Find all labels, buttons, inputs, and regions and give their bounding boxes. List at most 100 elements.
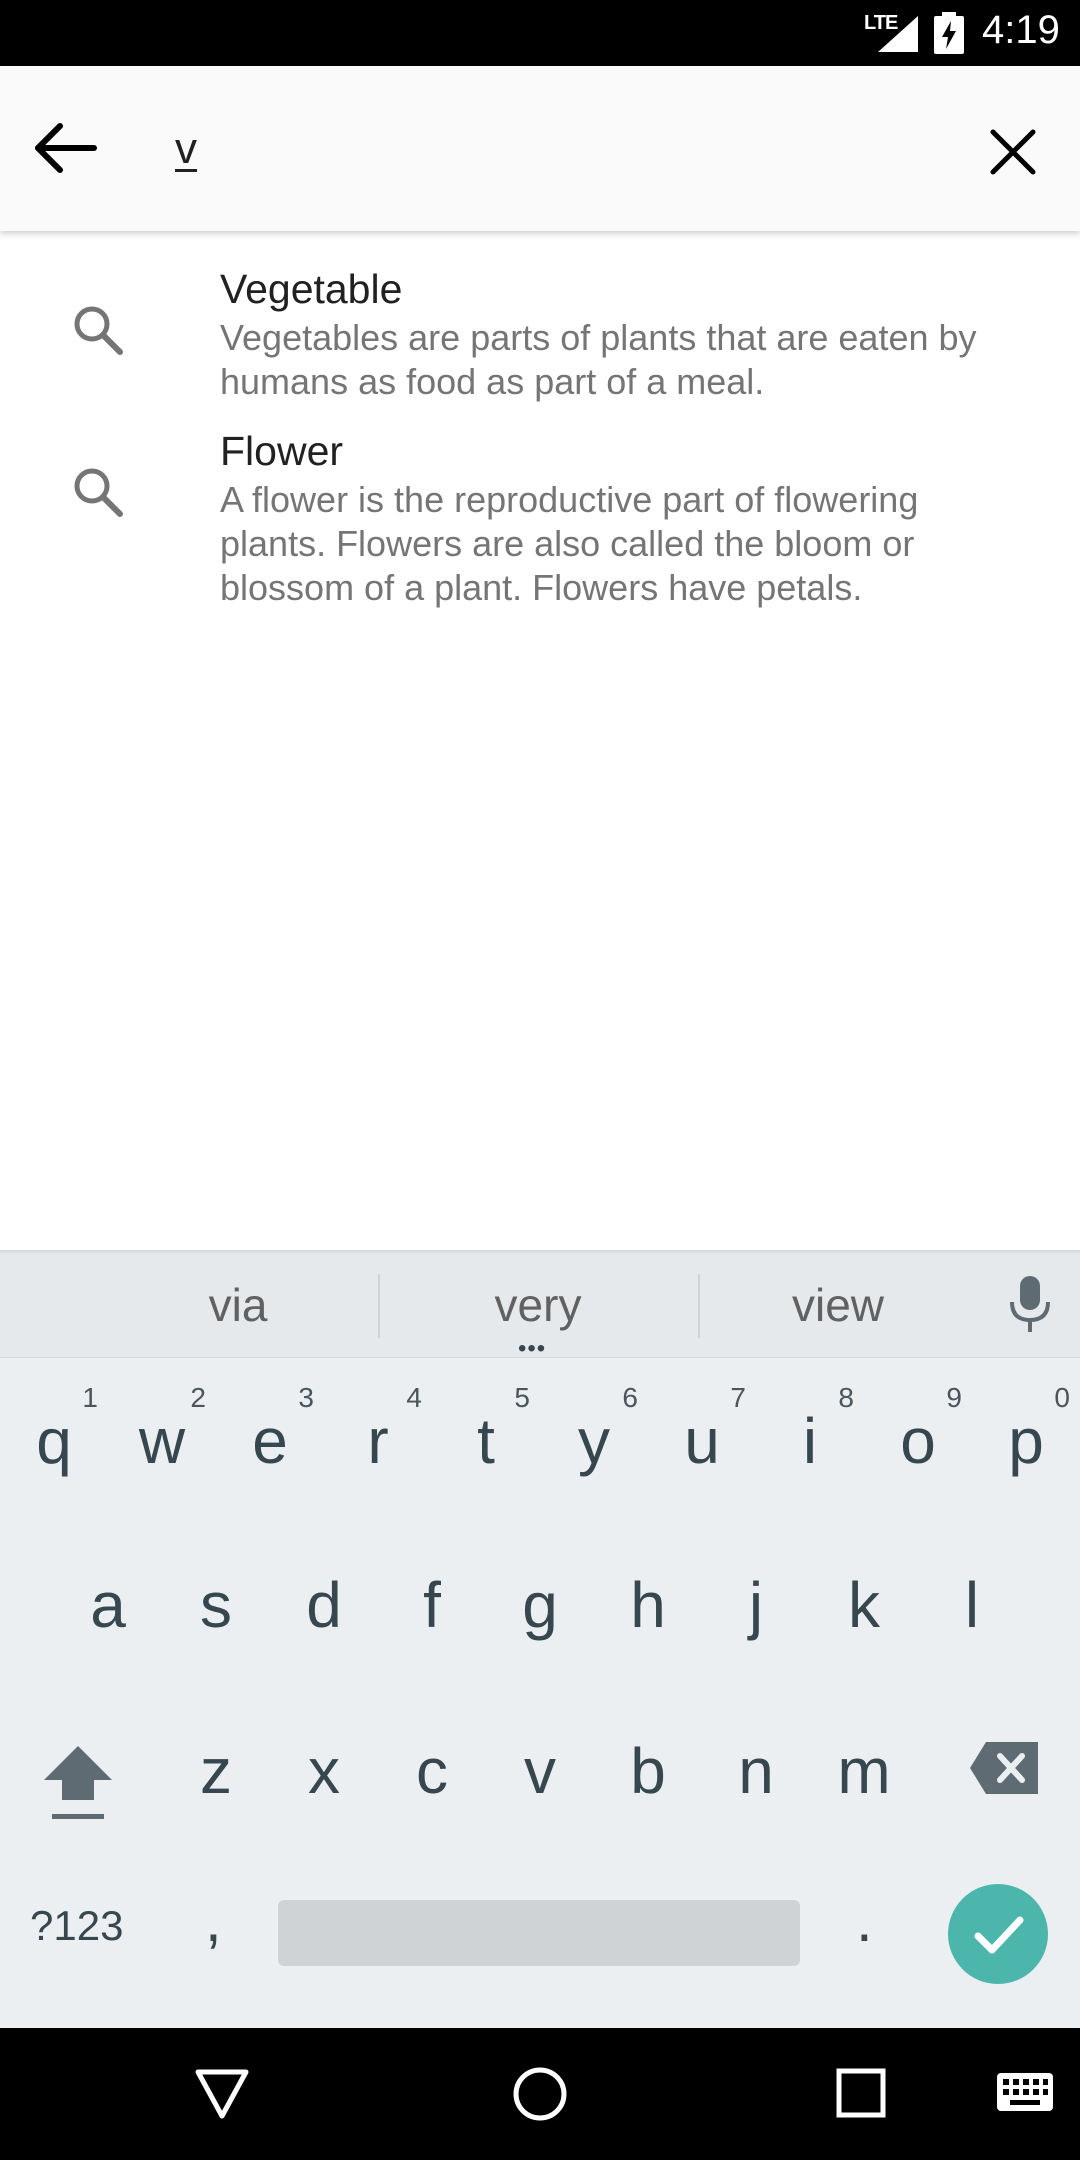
signal-icon [878, 16, 918, 52]
suggestion-divider [378, 1274, 380, 1338]
key-u[interactable]: u7 [648, 1366, 756, 1516]
key-m[interactable]: m [810, 1696, 918, 1846]
key-number-hint: 7 [730, 1382, 746, 1413]
key-label: w [138, 1405, 186, 1477]
search-icon [74, 468, 123, 517]
battery-charging-icon [934, 12, 964, 54]
key-number-hint: 3 [298, 1382, 314, 1413]
key-f[interactable]: f [378, 1530, 486, 1680]
suggestion-divider [698, 1274, 700, 1338]
key-label: y [578, 1405, 610, 1477]
key-label: k [848, 1569, 880, 1641]
key-number-hint: 8 [838, 1382, 854, 1413]
shift-key-icon[interactable] [38, 1740, 118, 1820]
status-bar: LTE 4:19 [0, 0, 1080, 66]
key-label: q [36, 1405, 72, 1477]
key-label: o [900, 1405, 936, 1477]
search-icon [74, 306, 123, 355]
key-y[interactable]: y6 [540, 1366, 648, 1516]
key-label: a [90, 1569, 126, 1641]
soft-keyboard: via very ••• view q1w2e3r4t5y6u7i8o9p0 a… [0, 1250, 1080, 2028]
key-z[interactable]: z [162, 1696, 270, 1846]
key-g[interactable]: g [486, 1530, 594, 1680]
key-label: d [306, 1569, 342, 1641]
key-label: c [416, 1735, 448, 1807]
key-x[interactable]: x [270, 1696, 378, 1846]
suggestion-item-vegetable[interactable]: Vegetable Vegetables are parts of plants… [0, 260, 1080, 410]
key-e[interactable]: e3 [216, 1366, 324, 1516]
key-d[interactable]: d [270, 1530, 378, 1680]
word-suggestion-very[interactable]: very [408, 1278, 668, 1332]
microphone-icon[interactable] [1006, 1274, 1054, 1336]
recents-square-icon[interactable] [836, 2068, 886, 2118]
key-number-hint: 5 [514, 1382, 530, 1413]
key-v[interactable]: v [486, 1696, 594, 1846]
key-q[interactable]: q1 [0, 1366, 108, 1516]
suggestion-item-flower[interactable]: Flower A flower is the reproductive part… [0, 422, 1080, 622]
search-toolbar: v [0, 66, 1080, 231]
key-c[interactable]: c [378, 1696, 486, 1846]
key-label: z [200, 1735, 232, 1807]
key-label: x [308, 1735, 340, 1807]
key-label: f [423, 1569, 441, 1641]
key-number-hint: 0 [1054, 1382, 1070, 1413]
navigation-bar [0, 2028, 1080, 2160]
key-number-hint: 9 [946, 1382, 962, 1413]
back-triangle-icon[interactable] [194, 2068, 250, 2120]
key-number-hint: 6 [622, 1382, 638, 1413]
key-number-hint: 1 [82, 1382, 98, 1413]
key-label: t [477, 1405, 495, 1477]
key-label: g [522, 1569, 558, 1641]
suggestion-title: Vegetable [220, 266, 403, 312]
key-j[interactable]: j [702, 1530, 810, 1680]
symbols-key[interactable]: ?123 [30, 1902, 123, 1950]
word-suggestion-via[interactable]: via [108, 1278, 368, 1332]
home-circle-icon[interactable] [512, 2066, 568, 2122]
keyboard-switch-icon[interactable] [996, 2072, 1054, 2112]
key-label: n [738, 1735, 774, 1807]
key-label: r [367, 1405, 389, 1477]
close-icon[interactable] [985, 124, 1041, 180]
key-o[interactable]: o9 [864, 1366, 972, 1516]
suggestion-description: A flower is the reproductive part of flo… [220, 479, 919, 608]
key-label: l [964, 1569, 980, 1641]
key-r[interactable]: r4 [324, 1366, 432, 1516]
key-n[interactable]: n [702, 1696, 810, 1846]
key-w[interactable]: w2 [108, 1366, 216, 1516]
key-label: e [252, 1405, 288, 1477]
key-label: p [1008, 1405, 1044, 1477]
more-suggestions-indicator: ••• [518, 1335, 547, 1362]
key-label: h [630, 1569, 666, 1641]
key-h[interactable]: h [594, 1530, 702, 1680]
key-k[interactable]: k [810, 1530, 918, 1680]
key-label: s [200, 1569, 232, 1641]
clock: 4:19 [982, 8, 1060, 52]
search-input[interactable]: v [175, 124, 197, 174]
key-s[interactable]: s [162, 1530, 270, 1680]
backspace-key-icon[interactable] [968, 1740, 1040, 1796]
keyboard-suggestion-strip: via very ••• view [0, 1250, 1080, 1362]
key-p[interactable]: p0 [972, 1366, 1080, 1516]
key-a[interactable]: a [54, 1530, 162, 1680]
suggestion-description: Vegetables are parts of plants that are … [220, 317, 977, 402]
checkmark-icon [974, 1916, 1024, 1954]
enter-key[interactable] [948, 1884, 1048, 1984]
key-t[interactable]: t5 [432, 1366, 540, 1516]
comma-key[interactable]: , [205, 1886, 222, 1955]
suggestion-title: Flower [220, 428, 344, 474]
key-label: j [748, 1569, 764, 1641]
key-label: i [802, 1405, 818, 1477]
word-suggestion-view[interactable]: view [708, 1278, 968, 1332]
key-l[interactable]: l [918, 1530, 1026, 1680]
key-number-hint: 4 [406, 1382, 422, 1413]
space-key[interactable] [278, 1900, 800, 1966]
key-label: b [630, 1735, 666, 1807]
key-number-hint: 2 [190, 1382, 206, 1413]
key-label: v [524, 1735, 556, 1807]
key-label: m [837, 1735, 891, 1807]
key-i[interactable]: i8 [756, 1366, 864, 1516]
back-arrow-icon[interactable] [30, 118, 100, 178]
period-key[interactable]: . [856, 1886, 873, 1955]
key-b[interactable]: b [594, 1696, 702, 1846]
key-label: u [684, 1405, 720, 1477]
